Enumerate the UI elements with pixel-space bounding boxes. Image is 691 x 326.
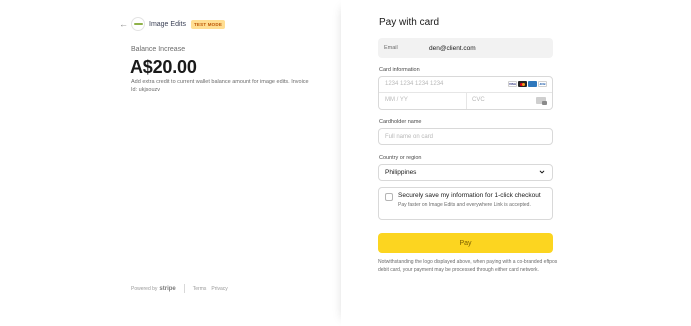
card-expiry-cvc-row: MM / YY CVC [379,93,552,109]
email-label: Email [384,45,398,51]
card-information-group: 1234 1234 1234 1234 VISA JCB MM / YY CVC [378,76,553,110]
jcb-icon: JCB [538,81,547,87]
country-value: Philippines [385,169,417,176]
expiry-input[interactable]: MM / YY [385,97,408,103]
amex-icon [528,81,537,87]
card-number-input[interactable]: 1234 1234 1234 1234 VISA JCB [379,77,552,93]
email-field[interactable]: Email den@client.com [378,38,553,58]
merchant-header: ← Image Edits TEST MODE [119,17,226,31]
country-select[interactable]: Philippines [378,164,553,181]
merchant-logo[interactable] [131,17,145,31]
email-value: den@client.com [429,44,476,52]
cvc-card-icon [536,97,547,105]
mastercard-icon [518,81,527,87]
footer-divider [183,284,185,293]
product-description: Add extra credit to current wallet balan… [131,79,309,93]
privacy-link[interactable]: Privacy [211,286,227,292]
cardholder-label: Cardholder name [379,119,422,125]
visa-icon: VISA [508,81,517,87]
powered-by-stripe[interactable]: Powered by stripe [131,286,176,292]
save-info-checkbox[interactable] [385,193,393,201]
save-info-box: Securely save my information for 1-click… [378,187,553,220]
footer: Powered by stripe Terms Privacy [131,284,233,293]
merchant-name[interactable]: Image Edits [149,21,186,28]
total-amount: A$20.00 [130,57,197,77]
card-number-placeholder: 1234 1234 1234 1234 [385,81,444,87]
chevron-down-icon [539,170,545,174]
field-divider [466,93,467,109]
product-name: Balance Increase [131,46,186,53]
terms-link[interactable]: Terms [193,286,207,292]
save-info-title[interactable]: Securely save my information for 1-click… [398,192,541,199]
back-arrow-icon[interactable]: ← [119,17,129,31]
card-info-label: Card information [379,67,420,73]
card-brands: VISA JCB [507,81,547,87]
order-summary-panel: ← Image Edits TEST MODE Balance Increase… [0,0,341,326]
cvc-input[interactable]: CVC [472,97,485,103]
country-label: Country or region [379,155,422,161]
powered-by-label: Powered by [131,285,158,292]
payment-title: Pay with card [379,17,440,28]
stripe-logo: stripe [159,285,176,292]
test-mode-badge: TEST MODE [190,19,226,29]
pay-button[interactable]: Pay [378,233,553,253]
eftpos-notice: Notwithstanding the logo displayed above… [378,259,558,273]
cardholder-name-input[interactable]: Full name on card [378,128,553,145]
save-info-subtitle: Pay faster on Image Edits and everywhere… [398,202,531,208]
